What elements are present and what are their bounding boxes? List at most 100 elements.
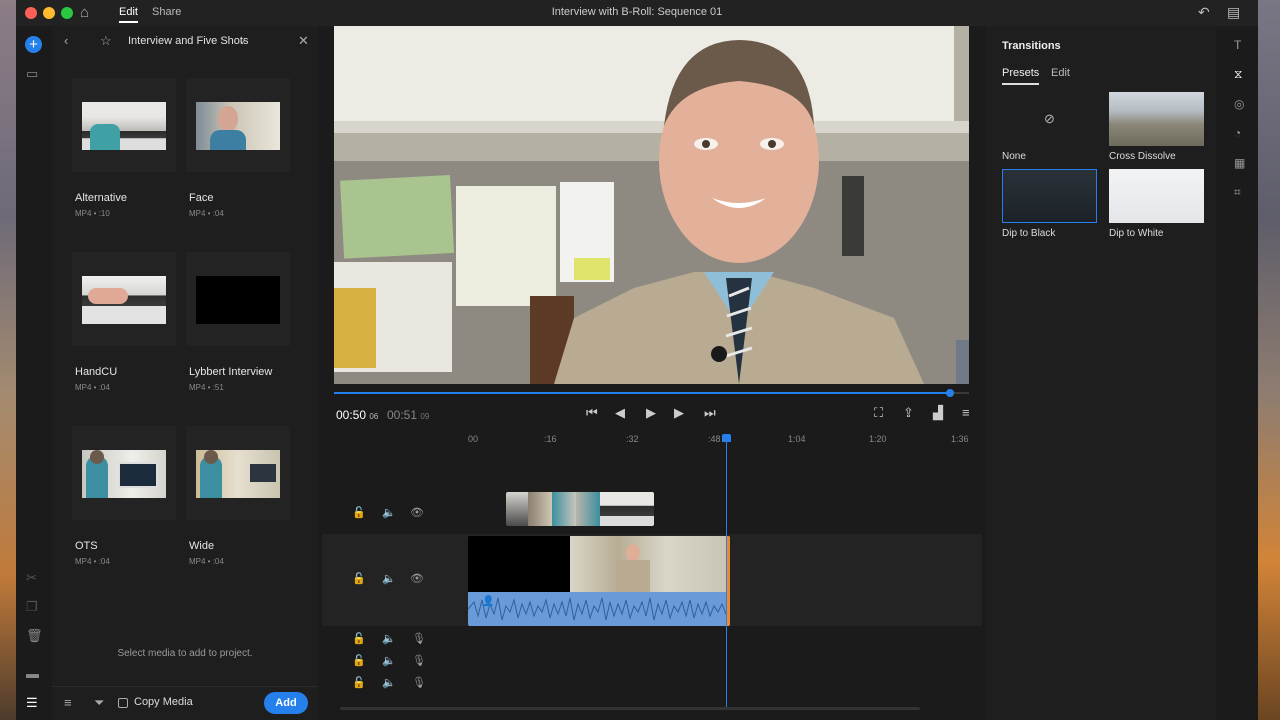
clip-thumbnail-frame bbox=[72, 252, 176, 346]
fit-screen-icon[interactable]: ⛶ bbox=[874, 405, 883, 421]
clip-thumbnail-frame bbox=[72, 78, 176, 172]
clip-thumbnail bbox=[82, 276, 166, 324]
ruler-tick: 1:04 bbox=[788, 434, 806, 444]
no-transition-icon: ⊘ bbox=[1044, 111, 1055, 126]
step-forward-icon[interactable]: ▶ bbox=[674, 405, 684, 421]
scissors-icon[interactable]: ✂ bbox=[26, 570, 37, 586]
current-time: 00:50 bbox=[336, 408, 367, 422]
duplicate-icon[interactable]: ❐ bbox=[26, 599, 38, 615]
chevron-down-icon[interactable]: ⌄ bbox=[238, 35, 246, 46]
titles-icon[interactable]: T bbox=[1234, 38, 1241, 52]
media-panel-footer: ≡ ⏷ Copy Media Add bbox=[52, 686, 318, 720]
current-frame: 06 bbox=[369, 412, 379, 421]
display-options-icon[interactable]: ▟ bbox=[933, 405, 943, 421]
copy-media-checkbox[interactable] bbox=[118, 698, 128, 708]
speed-icon[interactable]: ◔ bbox=[1234, 126, 1241, 140]
clip-meta: MP4 • :10 bbox=[75, 209, 110, 218]
tab-edit-transition[interactable]: Edit bbox=[1051, 67, 1070, 79]
duration-timecode: 00:51 09 bbox=[387, 408, 429, 422]
layout-icon[interactable]: ▦ bbox=[1234, 156, 1245, 170]
video-track-2: 🔓 🔈 👁 bbox=[322, 486, 982, 538]
lock-icon[interactable]: 🔓 bbox=[352, 632, 366, 645]
mute-icon[interactable]: 🔈 bbox=[382, 632, 396, 645]
add-media-button[interactable]: + bbox=[25, 36, 42, 53]
playback-scrubber-handle[interactable] bbox=[945, 389, 954, 397]
clip-thumbnail bbox=[82, 102, 166, 150]
clip-thumbnail bbox=[196, 102, 280, 150]
visibility-icon[interactable]: 👁 bbox=[410, 506, 424, 519]
mute-icon[interactable]: 🔈 bbox=[382, 676, 396, 689]
transition-label: Dip to White bbox=[1109, 228, 1164, 239]
left-toolbar: + ▭ ✂ ❐ 🗑 ▬ ☰ bbox=[16, 26, 50, 720]
desktop-background-left bbox=[0, 0, 16, 720]
project-icon[interactable]: ▭ bbox=[26, 66, 38, 82]
right-toolbar: T ⧖ ◎ ◔ ▦ ⌗ bbox=[1222, 26, 1258, 720]
trash-icon[interactable]: 🗑 bbox=[26, 628, 43, 644]
ruler-tick: 1:20 bbox=[869, 434, 887, 444]
media-panel: ‹ ☆ Interview and Five Shots ⌄ ✕ Alterna… bbox=[52, 26, 318, 720]
transition-label: Dip to Black bbox=[1002, 228, 1056, 239]
go-to-start-icon[interactable]: ⏮ bbox=[586, 405, 598, 421]
clip-name: Face bbox=[189, 192, 214, 204]
transitions-panel: Transitions Presets Edit ⊘ None Cross Di… bbox=[986, 26, 1216, 720]
filter-icon[interactable]: ⏷ bbox=[94, 695, 104, 711]
export-frame-icon[interactable]: ⇪ bbox=[903, 405, 914, 421]
timeline-panel: 00 :16 :32 :48 1:04 1:20 1:36 🔓 🔈 👁 🔓 🔈 … bbox=[322, 426, 998, 720]
crop-icon[interactable]: ⌗ bbox=[1234, 185, 1241, 200]
play-icon[interactable]: ▶ bbox=[646, 405, 656, 421]
visibility-icon[interactable]: 👁 bbox=[410, 572, 424, 585]
lock-icon[interactable]: 🔓 bbox=[352, 572, 366, 585]
clip-meta: MP4 • :04 bbox=[189, 209, 224, 218]
step-back-icon[interactable]: ◀ bbox=[615, 405, 625, 421]
duration-frame: 09 bbox=[420, 412, 430, 421]
transition-thumbnail bbox=[1109, 92, 1204, 146]
media-panel-title: Interview and Five Shots bbox=[128, 35, 249, 47]
microphone-icon[interactable]: 🎙 bbox=[412, 676, 426, 689]
microphone-icon[interactable]: 🎙 bbox=[412, 632, 426, 645]
title-bar: ⌂ Edit Share Interview with B-Roll: Sequ… bbox=[16, 0, 1258, 26]
transitions-icon[interactable]: ⧖ bbox=[1234, 67, 1242, 82]
undo-icon[interactable]: ↶ bbox=[1198, 4, 1210, 21]
close-icon[interactable]: ✕ bbox=[298, 33, 309, 49]
lock-icon[interactable]: 🔓 bbox=[352, 506, 366, 519]
transition-thumbnail bbox=[1002, 169, 1097, 223]
clip-thumbnail bbox=[196, 276, 280, 324]
mute-icon[interactable]: 🔈 bbox=[382, 506, 396, 519]
copy-media-label: Copy Media bbox=[134, 696, 193, 708]
clip-meta: MP4 • :04 bbox=[189, 557, 224, 566]
transitions-title: Transitions bbox=[1002, 40, 1061, 52]
interview-clip[interactable]: 👤 bbox=[468, 536, 730, 626]
sort-icon[interactable]: ≡ bbox=[64, 695, 72, 710]
mute-icon[interactable]: 🔈 bbox=[382, 572, 396, 585]
audio-tracks: 🔓 🔈 🎙 🔓 🔈 🎙 🔓 🔈 🎙 bbox=[322, 630, 982, 696]
program-monitor[interactable] bbox=[334, 26, 969, 384]
clip-name: Lybbert Interview bbox=[189, 366, 273, 378]
playhead[interactable] bbox=[726, 440, 727, 710]
timeline-icon[interactable]: ▬ bbox=[26, 666, 39, 681]
transition-label: None bbox=[1002, 151, 1026, 162]
back-icon[interactable]: ‹ bbox=[64, 33, 68, 48]
clip-meta: MP4 • :04 bbox=[75, 383, 110, 392]
b-roll-clip-group[interactable] bbox=[506, 492, 654, 526]
add-button[interactable]: Add bbox=[264, 692, 308, 714]
clip-thumbnail bbox=[196, 450, 280, 498]
timeline-scrollbar[interactable] bbox=[340, 707, 920, 710]
mute-icon[interactable]: 🔈 bbox=[382, 654, 396, 667]
clip-name: Alternative bbox=[75, 192, 127, 204]
go-to-end-icon[interactable]: ⏭ bbox=[704, 405, 716, 421]
monitor-menu-icon[interactable]: ≡ bbox=[962, 405, 970, 420]
feedback-icon[interactable]: ▤ bbox=[1227, 4, 1240, 21]
lock-icon[interactable]: 🔓 bbox=[352, 654, 366, 667]
tab-presets[interactable]: Presets bbox=[1002, 67, 1040, 85]
media-list-icon[interactable]: ☰ bbox=[26, 695, 38, 711]
playback-scrubber-track[interactable] bbox=[334, 392, 969, 394]
clip-name: Wide bbox=[189, 540, 215, 552]
star-icon[interactable]: ☆ bbox=[100, 33, 112, 49]
clip-name: HandCU bbox=[75, 366, 118, 378]
lock-icon[interactable]: 🔓 bbox=[352, 676, 366, 689]
media-panel-header: ‹ ☆ Interview and Five Shots ⌄ ✕ bbox=[52, 26, 318, 56]
clip-thumbnail-frame bbox=[186, 252, 290, 346]
color-icon[interactable]: ◎ bbox=[1234, 97, 1244, 111]
microphone-icon[interactable]: 🎙 bbox=[412, 654, 426, 667]
duration-time: 00:51 bbox=[387, 408, 418, 422]
